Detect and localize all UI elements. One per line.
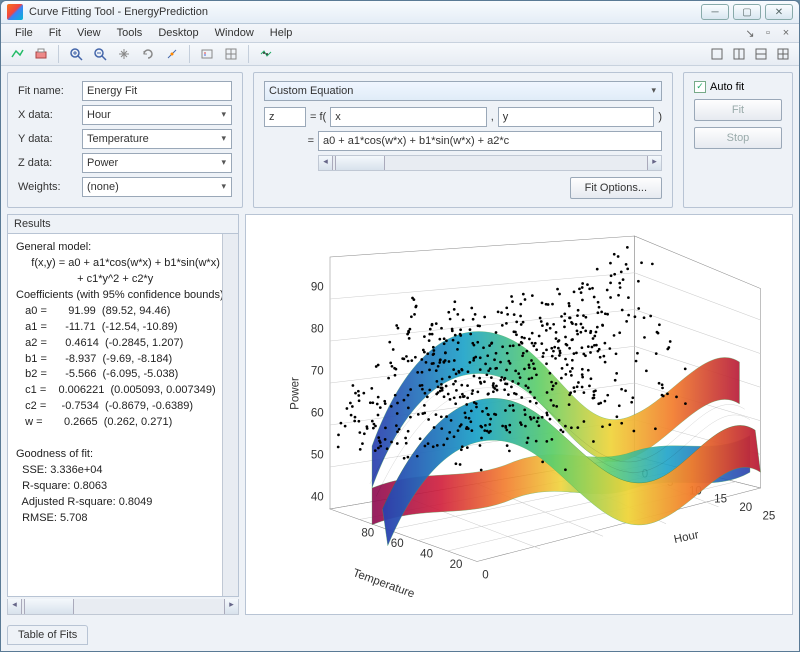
eq-close: ) [658, 111, 662, 123]
xlabel: Hour [673, 529, 700, 546]
menu-desktop[interactable]: Desktop [150, 25, 206, 41]
check-icon: ✓ [694, 81, 706, 93]
stop-button[interactable]: Stop [694, 127, 782, 149]
indep-x-input[interactable]: x [330, 107, 487, 127]
svg-text:60: 60 [311, 408, 324, 420]
ylabel: Temperature [351, 567, 416, 600]
weights-label: Weights: [18, 181, 76, 193]
svg-text:40: 40 [420, 548, 433, 560]
zlabel: Power [290, 377, 302, 410]
svg-text:25: 25 [762, 510, 775, 522]
maximize-button[interactable]: ▢ [733, 4, 761, 20]
ydata-select[interactable]: Temperature [82, 129, 232, 149]
xdata-label: X data: [18, 109, 76, 121]
svg-text:60: 60 [391, 538, 404, 550]
zoom-in-icon[interactable] [66, 44, 86, 64]
zdata-label: Z data: [18, 157, 76, 169]
results-hscroll[interactable]: ◂▸ [7, 599, 239, 615]
minimize-button[interactable]: ─ [701, 4, 729, 20]
svg-text:80: 80 [311, 324, 324, 336]
zdata-select[interactable]: Power [82, 153, 232, 173]
app-icon [7, 4, 23, 20]
svg-text:20: 20 [739, 502, 752, 514]
print-icon[interactable] [31, 44, 51, 64]
fitname-label: Fit name: [18, 85, 76, 97]
rotate-icon[interactable] [138, 44, 158, 64]
legend-icon[interactable] [197, 44, 217, 64]
close-button[interactable]: ✕ [765, 4, 793, 20]
menu-tools[interactable]: Tools [109, 25, 151, 41]
fit-options-button[interactable]: Fit Options... [570, 177, 662, 199]
fit-button[interactable]: Fit [694, 99, 782, 121]
indep-y-input[interactable]: y [498, 107, 655, 127]
autofit-label: Auto fit [710, 81, 744, 93]
menu-fit[interactable]: Fit [41, 25, 69, 41]
menu-help[interactable]: Help [262, 25, 301, 41]
fitname-input[interactable]: Energy Fit [82, 81, 232, 101]
svg-text:80: 80 [361, 527, 374, 539]
xdata-select[interactable]: Hour [82, 105, 232, 125]
fit-type-select[interactable]: Custom Equation [264, 81, 662, 101]
menu-view[interactable]: View [69, 25, 109, 41]
pan-icon[interactable] [114, 44, 134, 64]
menu-window[interactable]: Window [207, 25, 262, 41]
results-header: Results [7, 214, 239, 233]
toolbar [1, 43, 799, 66]
results-vscroll[interactable] [222, 234, 238, 596]
eq-prefix: = f( [310, 111, 326, 123]
layout-split-v-icon[interactable] [751, 44, 771, 64]
svg-text:70: 70 [311, 366, 324, 378]
dep-var-input[interactable]: z [264, 107, 306, 127]
svg-text:90: 90 [311, 282, 324, 294]
residuals-icon[interactable] [256, 44, 276, 64]
autofit-checkbox[interactable]: ✓ Auto fit [694, 81, 782, 93]
window-title: Curve Fitting Tool - EnergyPrediction [29, 6, 701, 18]
eq-comma: , [491, 111, 494, 123]
equation-panel: Custom Equation z = f( x , y ) = a0 + a1… [253, 72, 673, 208]
data-cursor-icon[interactable] [162, 44, 182, 64]
grid-icon[interactable] [221, 44, 241, 64]
eq-equals: = [264, 135, 314, 147]
surface-plot[interactable]: 405060 708090 0510 152025 02040 6080 Pow… [245, 214, 793, 615]
new-fit-icon[interactable] [7, 44, 27, 64]
content-area: Fit name: Energy Fit X data: Hour Y data… [1, 66, 799, 651]
dock-close-icon[interactable]: × [779, 27, 793, 39]
titlebar: Curve Fitting Tool - EnergyPrediction ─ … [1, 1, 799, 24]
equation-input[interactable]: a0 + a1*cos(w*x) + b1*sin(w*x) + a2*c [318, 131, 662, 151]
data-selection-panel: Fit name: Energy Fit X data: Hour Y data… [7, 72, 243, 208]
dock-out-icon[interactable]: ↘ [743, 27, 757, 39]
dock-max-icon[interactable]: ▫ [761, 27, 775, 39]
svg-text:20: 20 [450, 559, 463, 571]
svg-text:40: 40 [311, 492, 324, 504]
menubar: File Fit View Tools Desktop Window Help … [1, 24, 799, 42]
app-window: Curve Fitting Tool - EnergyPrediction ─ … [0, 0, 800, 652]
svg-text:50: 50 [311, 450, 324, 462]
zoom-out-icon[interactable] [90, 44, 110, 64]
weights-select[interactable]: (none) [82, 177, 232, 197]
svg-text:15: 15 [714, 494, 727, 506]
results-textarea[interactable]: General model: f(x,y) = a0 + a1*cos(w*x)… [7, 233, 239, 597]
ydata-label: Y data: [18, 133, 76, 145]
equation-scrollbar[interactable]: ◂▸ [318, 155, 662, 171]
layout-single-icon[interactable] [707, 44, 727, 64]
tab-table-of-fits[interactable]: Table of Fits [7, 625, 88, 645]
layout-split-h-icon[interactable] [729, 44, 749, 64]
svg-text:0: 0 [482, 569, 488, 581]
fit-control-panel: ✓ Auto fit Fit Stop [683, 72, 793, 208]
layout-quad-icon[interactable] [773, 44, 793, 64]
menu-file[interactable]: File [7, 25, 41, 41]
